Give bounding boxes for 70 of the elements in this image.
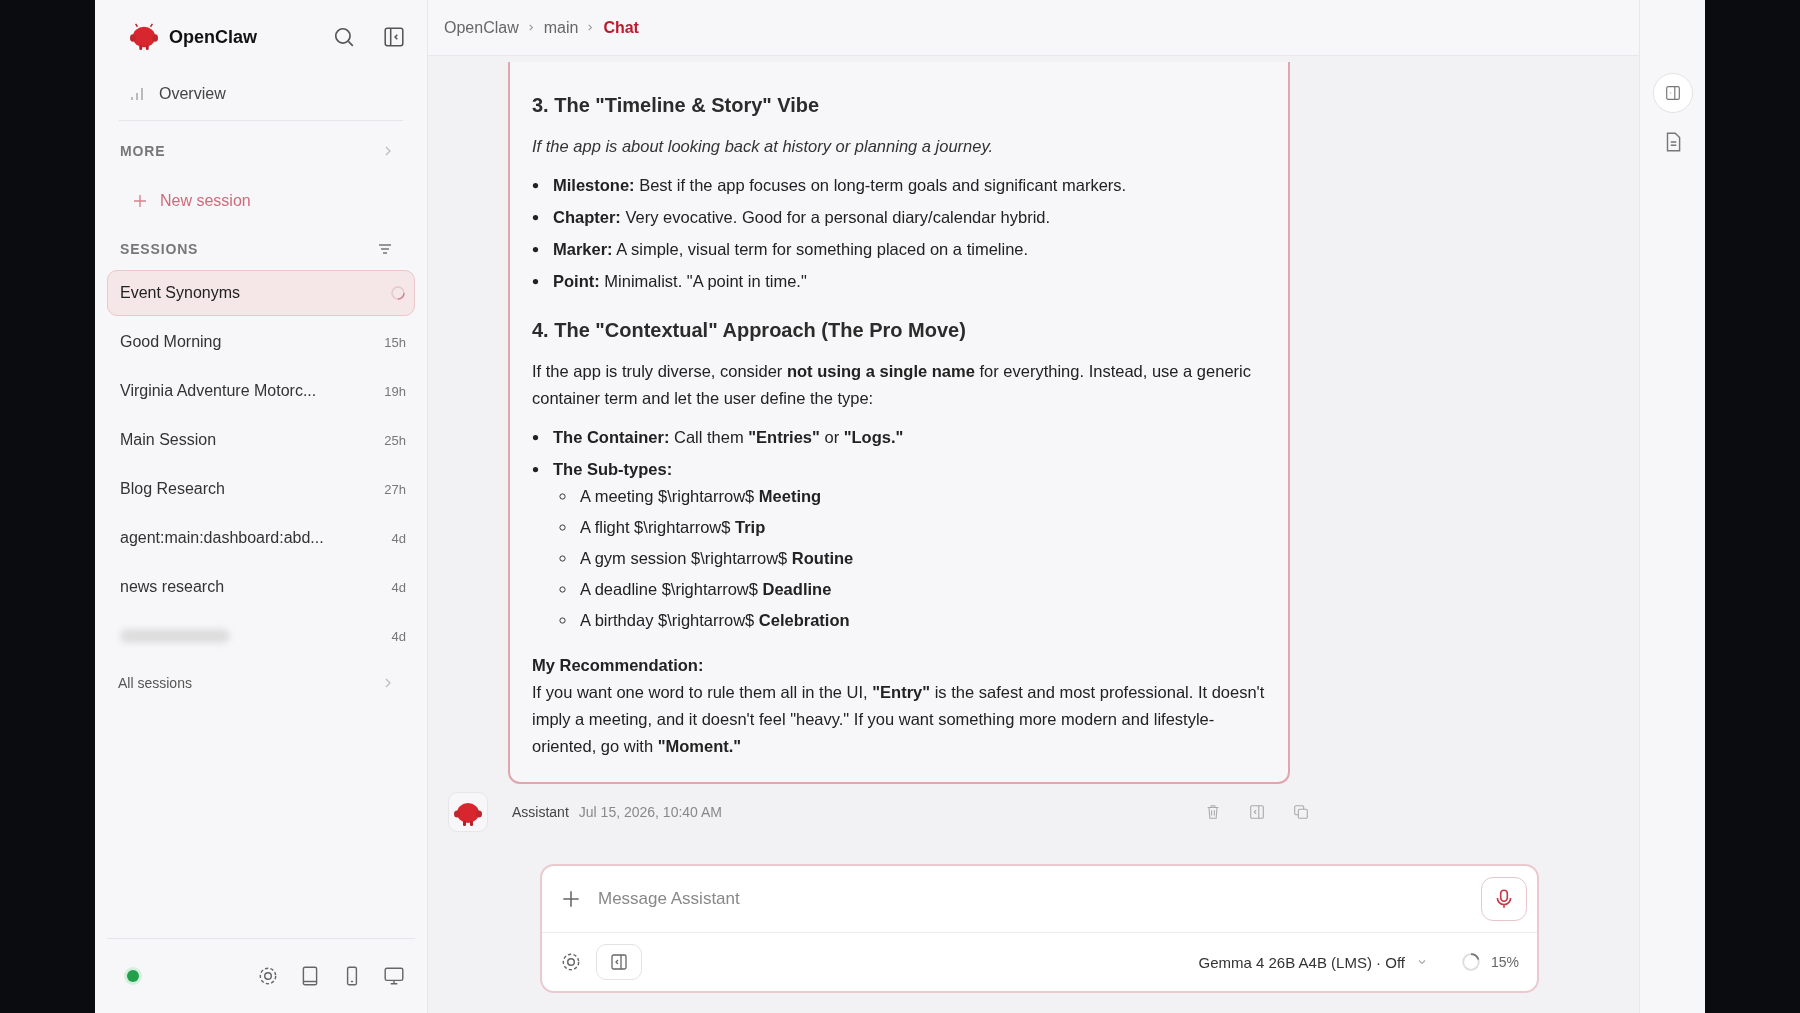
side-panel-icon [609,952,629,972]
session-item[interactable]: Event Synonyms [107,270,415,316]
mascot-logo-icon [129,23,159,51]
bullet-icon [532,466,539,473]
list-item-text: A deadline $\rightarrow$ Deadline [580,579,832,600]
plus-icon[interactable] [560,888,582,910]
list-item-text: A gym session $\rightarrow$ Routine [580,548,854,569]
list-item-text: Marker: A simple, visual term for something placed on a timeline. [553,240,1029,258]
section-heading: 4. The "Contextual" Approach (The Pro Move) [532,318,967,343]
message-timestamp: Jul 15, 2026, 10:40 AM [578,804,723,820]
filter-icon[interactable] [377,241,393,257]
breadcrumb-link[interactable]: main [543,18,579,37]
session-item[interactable]: agent:main:dashboard:abd... 4d [107,515,415,561]
bullet-icon [532,182,539,189]
session-item[interactable]: Blog Research 27h [107,466,415,512]
search-icon[interactable] [333,26,355,48]
session-item[interactable]: 4d [107,613,415,659]
list-item-text: Point: Minimalist. "A point in time." [553,272,807,290]
side-panel-icon [1663,84,1682,102]
plus-icon [132,193,148,209]
bullet-icon [559,617,566,624]
breadcrumb-link[interactable]: OpenClaw [444,18,519,37]
message-paragraph: If the app is about looking back at history or planning a journey. [532,136,995,157]
bullet-icon [559,524,566,531]
section-heading: 3. The "Timeline & Story" Vibe [532,93,821,118]
list-item-text: The Sub-types: [553,460,673,478]
sessions-heading: SESSIONS [120,241,199,257]
settings-icon[interactable] [257,965,279,987]
list-item-text: Chapter: Very evocative. Good for a personal diary/calendar hybrid. [553,208,1051,226]
message-input[interactable]: Message Assistant [596,888,1481,910]
session-item[interactable]: Main Session 25h [107,417,415,463]
list-item-text: The Container: Call them "Entries" or "Logs." [553,428,904,446]
monitor-icon[interactable] [383,965,405,987]
all-sessions-link[interactable]: All sessions [107,661,415,705]
chevron-right-icon [383,146,393,156]
session-item[interactable]: news research 4d [107,564,415,610]
settings-icon[interactable] [560,951,582,973]
chevron-right-icon [383,678,393,688]
list-item-text: A birthday $\rightarrow$ Celebration [580,610,850,631]
loading-spinner-icon [1460,952,1481,972]
more-section[interactable]: MORE [107,131,415,171]
bullet-icon [559,586,566,593]
message-paragraph: If you want one word to rule them all in the UI, "Entry" is the safest and most professional. It doesn't imply a meeting, and it doesn't feel "heavy." If you want something more modern and lifestyle-oriented, go with "Moment." [532,682,1266,757]
bullet-icon [559,555,566,562]
list-item-text: A flight $\rightarrow$ Trip [580,517,766,538]
session-item[interactable]: Good Morning 15h [107,319,415,365]
model-selector[interactable]: Gemma 4 26B A4B (LMS) · Off [1198,953,1427,971]
side-panel-button[interactable] [1652,73,1693,113]
bar-chart-icon [129,86,145,102]
chevron-down-icon [1416,957,1427,967]
bullet-icon [532,434,539,441]
message-paragraph: If the app is truly diverse, consider not using a single name for everything. Instead, use a generic container term and let the user define the type: [532,361,1252,409]
microphone-button[interactable] [1481,877,1527,921]
assistant-avatar [448,792,488,832]
bullet-icon [532,278,539,285]
list-item-text: Milestone: Best if the app focuses on long-term goals and significant markers. [553,176,1127,194]
breadcrumb-link[interactable]: Chat [603,18,639,37]
app-name: OpenClaw [169,26,257,48]
bullet-icon [532,214,539,221]
context-usage-reading: 15% [1490,954,1519,970]
overview-link[interactable]: Overview [107,74,415,114]
collapse-sidebar-icon[interactable] [383,26,405,48]
bullet-icon [559,493,566,500]
session-item[interactable]: Virginia Adventure Motorc... 19h [107,368,415,414]
chevron-right-icon [526,23,536,32]
list-item-text: A meeting $\rightarrow$ Meeting [580,486,822,507]
message-label: My Recommendation: [532,655,705,676]
side-panel-button[interactable] [596,944,642,980]
author-name: Assistant [512,804,569,820]
bullet-icon [532,246,539,253]
